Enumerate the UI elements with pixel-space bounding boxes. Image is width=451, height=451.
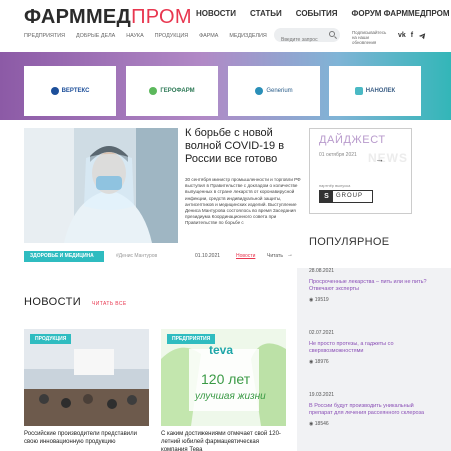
news-card[interactable]: ПРОДУКЦИЯ Российские производители предс… xyxy=(24,329,149,451)
popular-item-views: ◉ 18976 xyxy=(309,359,427,365)
teva-years-text: 120 лет xyxy=(201,371,251,387)
sgroup-logo[interactable]: S GROUP xyxy=(319,190,373,203)
generium-logo-icon xyxy=(255,87,264,95)
sub-nav-science[interactable]: НАУКА xyxy=(126,33,143,39)
news-card[interactable]: ПРЕДПРИЯТИЯ teva 120 лет улучшая жизни С… xyxy=(161,329,286,451)
digest-card[interactable]: NEWS ДАЙДЖЕСТ 01 октября 2021 → партнёр … xyxy=(309,128,412,214)
news-card-image: ПРОДУКЦИЯ xyxy=(24,329,149,426)
partner-name: ВЕРТЕКС xyxy=(61,88,90,94)
site-header: ФАРММЕДПРОМ НОВОСТИ СТАТЬИ СОБЫТИЯ ФОРУМ… xyxy=(0,0,451,52)
sub-nav-medical-devices[interactable]: МЕДИЗДЕЛИЯ xyxy=(229,33,266,39)
nanolek-logo-icon xyxy=(354,87,363,95)
partners-band: ВЕРТЕКС ГЕРОФАРМ Generium НАНОЛЕК xyxy=(0,52,451,120)
news-heading: НОВОСТИ xyxy=(24,296,82,308)
news-card-title[interactable]: Российские производители представили сво… xyxy=(24,430,149,446)
subscribe-text: Подписывайтесь на наши обновления xyxy=(352,30,387,45)
popular-item-date: 02.07.2021 xyxy=(309,330,335,336)
hero-category-tag[interactable]: ЗДОРОВЬЕ И МЕДИЦИНА xyxy=(24,251,104,262)
geropharm-logo-icon xyxy=(149,87,158,95)
telegram-icon[interactable] xyxy=(418,32,426,40)
popular-item-title[interactable]: Не просто протезы, а гаджеты со сверхвоз… xyxy=(309,341,427,355)
teva-slogan-text: улучшая жизни xyxy=(195,391,266,402)
digest-date: 01 октября 2021 xyxy=(319,152,357,158)
sub-nav-enterprises[interactable]: ПРЕДПРИЯТИЯ xyxy=(24,33,65,39)
news-card-badge[interactable]: ПРОДУКЦИЯ xyxy=(30,334,72,344)
doctor-in-face-shield-image xyxy=(24,128,178,243)
digest-sponsor-label: партнёр выпуска xyxy=(319,183,351,188)
partner-name: НАНОЛЕК xyxy=(365,88,396,94)
popular-item-title[interactable]: Просроченные лекарства – пить или не пит… xyxy=(309,279,427,293)
popular-item-view-count: 18546 xyxy=(314,421,329,427)
main-nav: НОВОСТИ СТАТЬИ СОБЫТИЯ ФОРУМ ФАРММЕДПРОМ xyxy=(196,9,450,18)
partner-name: ГЕРОФАРМ xyxy=(160,88,195,94)
search-icon[interactable] xyxy=(329,31,335,37)
sub-nav-charity[interactable]: ДОБРЫЕ ДЕЛА xyxy=(76,33,115,39)
read-arrow-icon[interactable]: → xyxy=(287,252,293,258)
sgroup-logo-text: GROUP xyxy=(336,193,364,199)
social-links: vk f xyxy=(398,32,426,40)
partner-card-generium[interactable]: Generium xyxy=(228,66,320,116)
hero-section-link[interactable]: Новости xyxy=(236,253,255,259)
hero-article-title[interactable]: К борьбе с новой волной COVID-19 в Росси… xyxy=(185,127,303,166)
logo-part-red: ПРОМ xyxy=(131,6,192,28)
sgroup-logo-letter: S xyxy=(320,191,333,202)
digest-watermark: NEWS xyxy=(368,151,408,165)
partner-card-geropharm[interactable]: ГЕРОФАРМ xyxy=(126,66,218,116)
main-nav-events[interactable]: СОБЫТИЯ xyxy=(296,9,338,18)
popular-item-views: ◉ 19519 xyxy=(309,297,427,303)
hero-date: 01.10.2021 xyxy=(195,253,221,259)
news-card-badge[interactable]: ПРЕДПРИЯТИЯ xyxy=(167,334,216,344)
facebook-icon[interactable]: f xyxy=(411,32,413,40)
site-logo[interactable]: ФАРММЕДПРОМ xyxy=(24,6,192,29)
popular-item-date: 28.08.2021 xyxy=(309,268,335,274)
popular-item-view-count: 18976 xyxy=(314,359,329,365)
hero-author-tag[interactable]: #Денис Мантуров xyxy=(116,253,157,259)
news-card-image: ПРЕДПРИЯТИЯ teva 120 лет улучшая жизни xyxy=(161,329,286,426)
search-box xyxy=(274,28,340,47)
partner-card-nanolek[interactable]: НАНОЛЕК xyxy=(329,66,421,116)
main-nav-articles[interactable]: СТАТЬИ xyxy=(250,9,282,18)
hero-article-lead: 30 сентября министр промышленности и тор… xyxy=(185,177,303,243)
popular-item[interactable]: 02.07.2021 Не просто протезы, а гаджеты … xyxy=(309,330,427,365)
hero-article-image[interactable] xyxy=(24,128,178,243)
main-nav-news[interactable]: НОВОСТИ xyxy=(196,9,236,18)
news-card-title[interactable]: С каким достижениями отмечает свой 120-л… xyxy=(161,430,286,451)
popular-item-views: ◉ 18546 xyxy=(309,421,427,427)
teva-logo: teva xyxy=(209,343,234,357)
logo-part-dark: ФАРММЕД xyxy=(24,6,132,28)
partner-name: Generium xyxy=(266,88,293,94)
popular-item-date: 19.03.2021 xyxy=(309,392,335,398)
main-nav-forum[interactable]: ФОРУМ ФАРММЕДПРОМ xyxy=(352,9,450,18)
vertex-logo-icon xyxy=(50,87,59,95)
popular-item-title[interactable]: В России будут производить уникальный пр… xyxy=(309,403,427,417)
popular-item[interactable]: 19.03.2021 В России будут производить ун… xyxy=(309,392,427,427)
vk-icon[interactable]: vk xyxy=(398,32,406,40)
sub-nav-pharma[interactable]: ФАРМА xyxy=(199,33,218,39)
popular-item[interactable]: 28.08.2021 Просроченные лекарства – пить… xyxy=(309,268,427,303)
digest-title: ДАЙДЖЕСТ xyxy=(319,134,386,146)
sub-nav: ПРЕДПРИЯТИЯ ДОБРЫЕ ДЕЛА НАУКА ПРОДУКЦИЯ … xyxy=(24,33,267,39)
news-read-all-link[interactable]: ЧИТАТЬ ВСЕ xyxy=(92,301,127,307)
digest-arrow-icon[interactable]: → xyxy=(375,154,384,164)
popular-item-view-count: 19519 xyxy=(314,297,329,303)
hero-read-link[interactable]: Читать xyxy=(267,253,283,259)
search-input[interactable] xyxy=(274,33,326,47)
sub-nav-products[interactable]: ПРОДУКЦИЯ xyxy=(155,33,188,39)
popular-heading: ПОПУЛЯРНОЕ xyxy=(309,236,390,248)
partner-card-vertex[interactable]: ВЕРТЕКС xyxy=(24,66,116,116)
